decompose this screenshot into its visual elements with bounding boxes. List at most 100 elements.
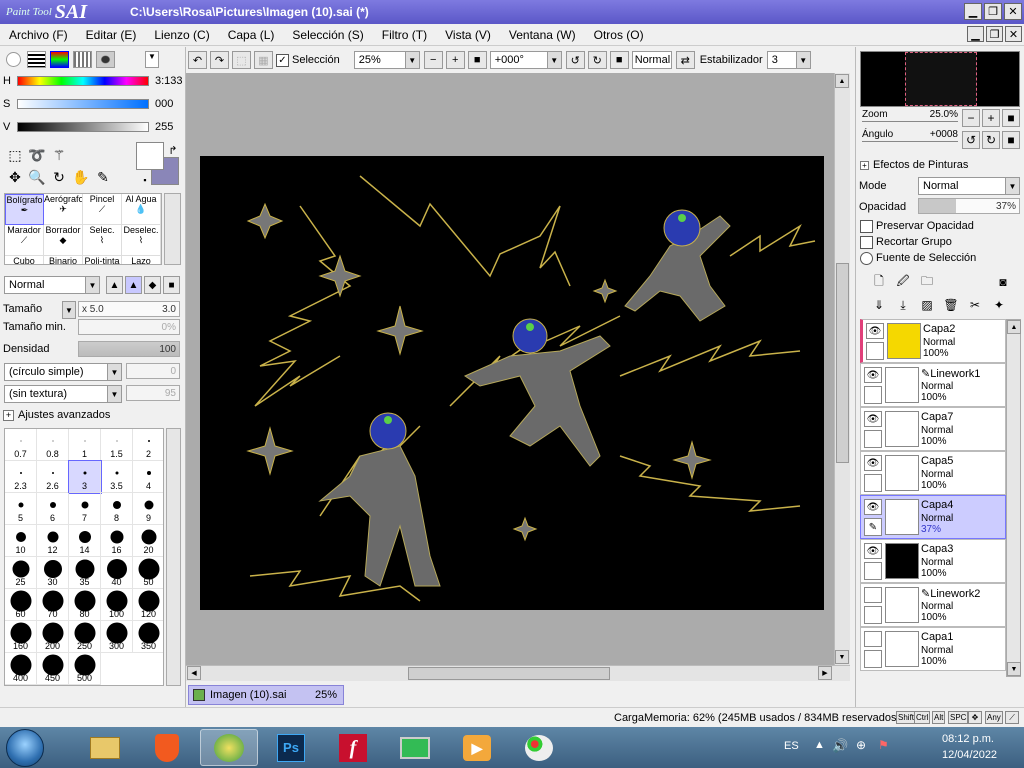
layer-row[interactable]: 👁 Capa2 Normal 100% [860, 319, 1006, 363]
brush-size-cell[interactable]: 12 [37, 525, 69, 557]
hsv-slider-mode-icon[interactable] [50, 51, 69, 68]
canvas-horizontal-scrollbar[interactable]: ◀ ▶ [186, 665, 850, 681]
brush-size-cell[interactable]: 4 [133, 461, 163, 493]
doc-minimize-button[interactable]: ▁ [967, 26, 984, 42]
preserve-opacity-checkbox[interactable] [860, 220, 873, 233]
min-size-slider[interactable]: 0% [78, 319, 180, 335]
scroll-left-arrow-icon[interactable]: ◀ [187, 666, 201, 680]
lock-icon[interactable] [864, 650, 882, 668]
magic-wand-icon[interactable]: ⚚ [50, 146, 68, 164]
menu-archivo[interactable]: Archivo (F) [0, 28, 77, 42]
clear-layer-icon[interactable]: ▨ [918, 296, 936, 314]
rotate-right-icon[interactable]: ↻ [587, 51, 607, 69]
menu-ventana[interactable]: Ventana (W) [500, 28, 585, 42]
rotate-reset-icon[interactable]: ■ [609, 51, 629, 69]
brush-size-cell[interactable]: 2.6 [37, 461, 69, 493]
eye-icon[interactable]: 👁 [864, 411, 882, 427]
brush-size-cell[interactable]: 40 [101, 557, 133, 589]
zoom-icon[interactable]: 🔍 [28, 168, 46, 186]
brush-size-cell[interactable]: 300 [101, 621, 133, 653]
clock-date[interactable]: 12/04/2022 [942, 749, 997, 761]
brush-size-cell[interactable]: 14 [69, 525, 101, 557]
brush-size-cell[interactable]: 0.8 [37, 429, 69, 461]
color-wheel-mode-icon[interactable] [6, 52, 21, 67]
brush-aerografo[interactable]: Aerógrafo ✈ [44, 194, 83, 225]
brush-size-cell[interactable]: 80 [69, 589, 101, 621]
brush-deselec[interactable]: Deselec. ⌇ [122, 225, 161, 256]
lock-icon[interactable] [864, 606, 882, 624]
invert-selection-icon[interactable]: ▦ [254, 51, 273, 69]
navigator-zoom-row[interactable]: Zoom 25.0% [862, 109, 958, 122]
value-slider[interactable] [17, 122, 149, 132]
brush-lazo[interactable]: Lazo [122, 256, 161, 264]
hidden-eye-icon[interactable] [864, 587, 882, 603]
eye-icon[interactable]: 👁 [864, 367, 882, 383]
brush-size-cell[interactable]: 250 [69, 621, 101, 653]
eye-icon[interactable]: 👁 [864, 499, 882, 515]
navigator-angle-row[interactable]: Ángulo +0008 [862, 129, 958, 142]
horizontal-scroll-thumb[interactable] [408, 667, 610, 680]
move-icon[interactable]: ✥ [6, 168, 24, 186]
brush-boligrafo[interactable]: Bolígrafo ✒ [5, 194, 44, 225]
rotation-select[interactable]: +000° ▼ [489, 51, 562, 69]
nav-rotate-right-icon[interactable]: ↻ [982, 131, 1000, 149]
shape-strength-slider[interactable]: 0 [126, 363, 180, 379]
show-selection-checkbox[interactable]: ✓ [276, 53, 289, 67]
menu-vista[interactable]: Vista (V) [436, 28, 500, 42]
layer-row[interactable]: 👁 ✎ Capa4 Normal 37% [860, 495, 1006, 539]
nav-zoom-in-icon[interactable]: + [982, 109, 1000, 127]
brush-pincel[interactable]: Pincel ⟋ [83, 194, 122, 225]
menu-editar[interactable]: Editar (E) [77, 28, 146, 42]
new-layer-icon[interactable]: 🗋 [870, 273, 888, 291]
navigator-preview[interactable] [860, 51, 1020, 107]
lock-icon[interactable] [864, 430, 882, 448]
brush-size-cell[interactable]: 30 [37, 557, 69, 589]
density-slider[interactable]: 100 [78, 341, 180, 357]
taskbar-monitor[interactable] [386, 729, 444, 766]
menu-capa[interactable]: Capa (L) [219, 28, 284, 42]
swap-colors-icon[interactable]: ↱ [164, 141, 182, 159]
taskbar-photoshop[interactable]: Ps [262, 729, 320, 766]
menu-filtro[interactable]: Filtro (T) [373, 28, 436, 42]
brush-size-cell[interactable]: 25 [5, 557, 37, 589]
taskbar-video[interactable]: ▶ [448, 729, 506, 766]
taskbar-flash[interactable]: f [324, 729, 382, 766]
layer-opacity-slider[interactable]: 37% [918, 198, 1020, 214]
advanced-settings-toggle[interactable]: + Ajustes avanzados [3, 409, 110, 421]
volume-icon[interactable]: 🔊 [832, 738, 848, 754]
lock-icon[interactable] [864, 474, 882, 492]
size-grid-scrollbar[interactable] [166, 428, 181, 686]
show-hidden-icons-icon[interactable]: ▲ [814, 739, 825, 751]
brush-size-cell[interactable]: 120 [133, 589, 163, 621]
rotate-icon[interactable]: ↻ [50, 168, 68, 186]
menu-seleccion[interactable]: Selección (S) [283, 28, 372, 42]
edge-flat-icon[interactable]: ■ [163, 276, 180, 294]
swatches-mode-icon[interactable] [73, 51, 92, 68]
layer-row[interactable]: 👁 Capa3 Normal 100% [860, 539, 1006, 583]
brush-size-cell[interactable]: 9 [133, 493, 163, 525]
action-center-icon[interactable]: ⚑ [878, 738, 889, 752]
vertical-scroll-thumb[interactable] [836, 263, 849, 463]
edge-soft-icon[interactable]: ◆ [144, 276, 161, 294]
maximize-button[interactable]: ❐ [984, 3, 1002, 20]
brush-size-cell[interactable]: 16 [101, 525, 133, 557]
zoom-out-icon[interactable]: − [423, 51, 443, 69]
layer-row[interactable]: Capa1 Normal 100% [860, 627, 1006, 671]
paint-effects-toggle[interactable]: + Efectos de Pinturas [860, 159, 968, 171]
brush-poli-tinta[interactable]: Poli-tinta [83, 256, 122, 264]
zoom-select[interactable]: 25% ▼ [353, 51, 420, 69]
foreground-color-swatch[interactable] [136, 142, 164, 170]
brush-borrador[interactable]: Borrador ◆ [44, 225, 83, 256]
brush-size-cell[interactable]: 35 [69, 557, 101, 589]
artwork-canvas[interactable] [200, 156, 824, 610]
brush-cubo[interactable]: Cubo [5, 256, 44, 264]
document-tab[interactable]: Imagen (10).sai 25% [188, 685, 344, 705]
brush-size-cell[interactable]: 450 [37, 653, 69, 685]
brush-size-cell[interactable]: 2.3 [5, 461, 37, 493]
brush-size-cell[interactable]: 7 [69, 493, 101, 525]
new-folder-icon[interactable]: 🗀 [918, 273, 936, 291]
star-layer-icon[interactable]: ✦ [990, 296, 1008, 314]
scroll-right-arrow-icon[interactable]: ▶ [818, 666, 832, 680]
layer-row[interactable]: ✎Linework2 Normal 100% [860, 583, 1006, 627]
new-linework-layer-icon[interactable]: 🖉 [894, 273, 912, 291]
